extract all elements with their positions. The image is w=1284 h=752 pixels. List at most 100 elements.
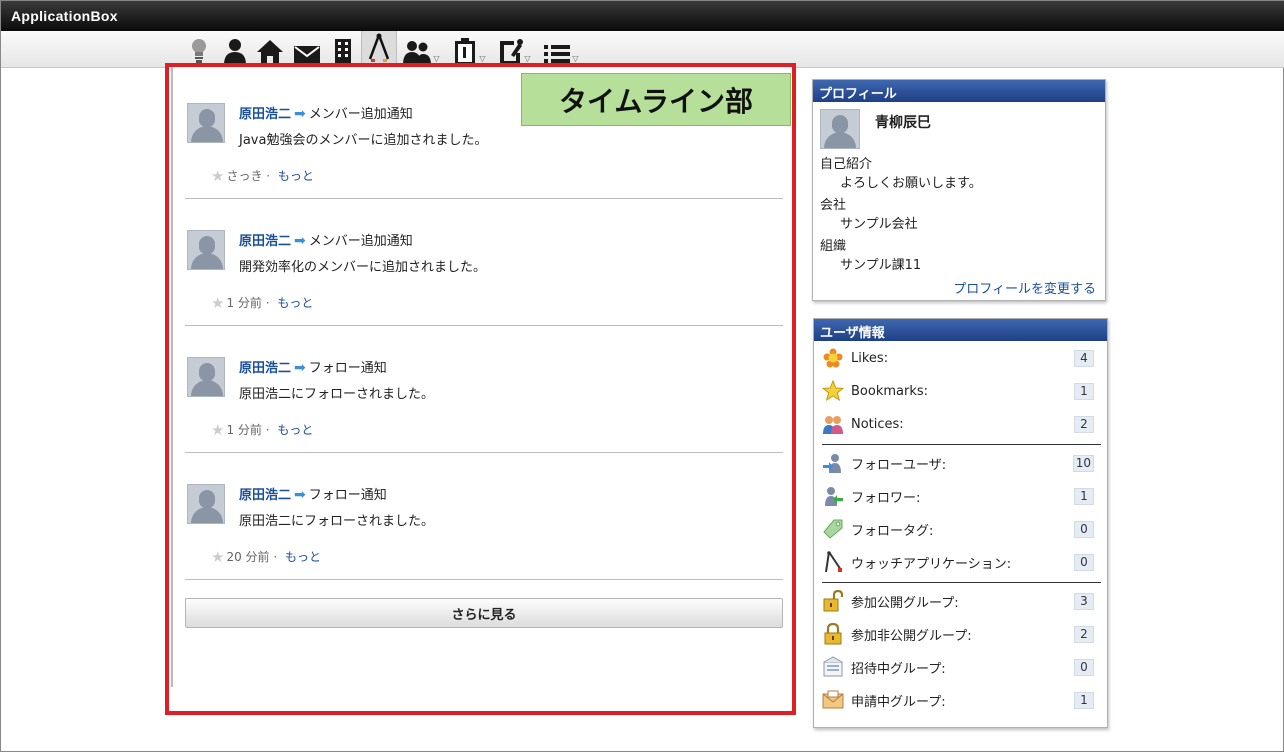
profile-intro-value: よろしくお願いします。 — [840, 176, 982, 191]
avatar[interactable] — [187, 230, 225, 270]
star-icon[interactable]: ★ — [211, 421, 224, 439]
entry-message: 開発効率化のメンバーに追加されました。 — [239, 260, 487, 275]
lock-icon — [822, 623, 844, 645]
entry-more-link[interactable]: もっと — [277, 423, 313, 437]
avatar[interactable] — [187, 103, 225, 143]
count-badge: 3 — [1074, 592, 1094, 610]
entry-time: 20 分前 — [226, 550, 270, 564]
user-info-panel: ユーザ情報 Likes: 4 Bookmarks: 1 Notices: 2 フ… — [813, 318, 1108, 728]
unlock-icon — [822, 590, 844, 612]
user-info-item-notices[interactable]: Notices: 2 — [822, 412, 1102, 436]
entry-user-link[interactable]: 原田浩二 — [239, 361, 291, 376]
user-info-item-public-groups[interactable]: 参加公開グループ: 3 — [822, 589, 1102, 613]
profile-org-label: 組織 — [820, 239, 847, 254]
tag-icon — [822, 518, 844, 540]
list-icon[interactable]: ▽ — [541, 35, 581, 65]
count-badge: 0 — [1074, 520, 1094, 538]
avatar[interactable] — [187, 357, 225, 397]
entry-more-link[interactable]: もっと — [285, 550, 321, 564]
count-badge: 1 — [1074, 487, 1094, 505]
arrow-right-icon: ➡ — [294, 233, 306, 249]
user-info-item-private-groups[interactable]: 参加非公開グループ: 2 — [822, 622, 1102, 646]
count-badge: 0 — [1074, 658, 1094, 676]
follow-user-icon — [822, 452, 844, 474]
entry-message: 原田浩二にフォローされました。 — [239, 387, 435, 402]
users-icon[interactable]: ▽ — [401, 35, 441, 65]
arrow-right-icon: ➡ — [294, 487, 306, 503]
profile-org-value: サンプル課11 — [840, 258, 922, 273]
count-badge: 1 — [1074, 382, 1094, 400]
entry-more-link[interactable]: もっと — [278, 169, 314, 183]
entry-message: Java勉強会のメンバーに追加されました。 — [239, 133, 488, 148]
user-info-item-watch-applications[interactable]: ウォッチアプリケーション: 0 — [822, 550, 1102, 574]
entry-user-link[interactable]: 原田浩二 — [239, 107, 291, 122]
profile-intro-label: 自己紹介 — [820, 157, 873, 172]
star-icon — [822, 380, 844, 402]
entry-more-link[interactable]: もっと — [277, 296, 313, 310]
count-badge: 2 — [1074, 625, 1094, 643]
mail-icon[interactable] — [292, 35, 322, 65]
profile-name: 青柳辰巳 — [875, 115, 931, 131]
user-icon[interactable] — [221, 35, 249, 65]
count-badge: 10 — [1072, 454, 1094, 472]
count-badge: 0 — [1074, 553, 1094, 571]
entry-time: さっき — [226, 169, 263, 183]
compass-icon[interactable] — [361, 31, 397, 67]
user-info-item-bookmarks[interactable]: Bookmarks: 1 — [822, 379, 1102, 403]
chevron-down-icon: ▽ — [433, 54, 440, 63]
chevron-down-icon: ▽ — [572, 54, 579, 63]
user-info-item-follow-users[interactable]: フォローユーザ: 10 — [822, 451, 1102, 475]
pin-icon[interactable]: ▽ — [493, 35, 535, 65]
divider — [822, 444, 1101, 445]
user-info-panel-header: ユーザ情報 — [814, 319, 1107, 341]
star-icon[interactable]: ★ — [211, 548, 224, 566]
edit-profile-link[interactable]: プロフィールを変更する — [953, 278, 1096, 297]
profile-company-value: サンプル会社 — [840, 217, 918, 232]
arrow-right-icon: ➡ — [294, 106, 306, 122]
timeline-entry: 原田浩二 ➡ メンバー追加通知 Java勉強会のメンバーに追加されました。 ★ さっき… — [185, 72, 783, 199]
follower-icon — [822, 485, 844, 507]
user-info-item-followers[interactable]: フォロワー: 1 — [822, 484, 1102, 508]
entry-type: フォロー通知 — [308, 488, 387, 503]
envelope-icon — [822, 689, 844, 711]
chevron-down-icon: ▽ — [479, 54, 486, 63]
clipboard-icon[interactable]: ▽ — [448, 35, 490, 65]
entry-time: 1 分前 — [226, 296, 262, 310]
entry-message: 原田浩二にフォローされました。 — [239, 514, 435, 529]
user-info-item-likes[interactable]: Likes: 4 — [822, 346, 1102, 370]
profile-panel-header: プロフィール — [813, 80, 1105, 102]
count-badge: 4 — [1074, 349, 1094, 367]
invitation-icon — [822, 656, 844, 678]
count-badge: 2 — [1074, 415, 1094, 433]
count-badge: 1 — [1074, 691, 1094, 709]
entry-type: メンバー追加通知 — [308, 107, 413, 122]
avatar[interactable] — [820, 109, 860, 149]
chevron-down-icon: ▽ — [524, 54, 531, 63]
profile-panel: プロフィール 青柳辰巳 自己紹介 よろしくお願いします。 会社 サンプル会社 組… — [812, 79, 1106, 301]
star-icon[interactable]: ★ — [211, 294, 224, 312]
entry-user-link[interactable]: 原田浩二 — [239, 234, 291, 249]
timeline-entry: 原田浩二 ➡ フォロー通知 原田浩二にフォローされました。 ★ 20 分前 · もっと — [185, 453, 783, 580]
timeline-entry: 原田浩二 ➡ メンバー追加通知 開発効率化のメンバーに追加されました。 ★ 1 分前 … — [185, 199, 783, 326]
home-icon[interactable] — [255, 35, 285, 65]
compass-icon — [822, 551, 844, 573]
user-info-item-follow-tags[interactable]: フォロータグ: 0 — [822, 517, 1102, 541]
see-more-button[interactable]: さらに見る — [185, 598, 783, 628]
star-icon[interactable]: ★ — [211, 167, 224, 185]
user-info-item-invited-groups[interactable]: 招待中グループ: 0 — [822, 655, 1102, 679]
people-icon — [822, 413, 844, 435]
building-icon[interactable] — [331, 35, 355, 65]
entry-time: 1 分前 — [226, 423, 262, 437]
arrow-right-icon: ➡ — [294, 360, 306, 376]
profile-company-label: 会社 — [820, 198, 847, 213]
flower-icon — [822, 347, 844, 369]
entry-type: メンバー追加通知 — [308, 234, 413, 249]
divider — [822, 582, 1101, 583]
timeline-entry: 原田浩二 ➡ フォロー通知 原田浩二にフォローされました。 ★ 1 分前 · もっと — [185, 326, 783, 453]
avatar[interactable] — [187, 484, 225, 524]
timeline-section: タイムライン部 原田浩二 ➡ メンバー追加通知 Java勉強会のメンバーに追加されま… — [165, 63, 796, 715]
entry-user-link[interactable]: 原田浩二 — [239, 488, 291, 503]
user-info-item-requesting-groups[interactable]: 申請中グループ: 1 — [822, 688, 1102, 712]
lightbulb-icon[interactable] — [187, 35, 211, 65]
entry-type: フォロー通知 — [308, 361, 387, 376]
